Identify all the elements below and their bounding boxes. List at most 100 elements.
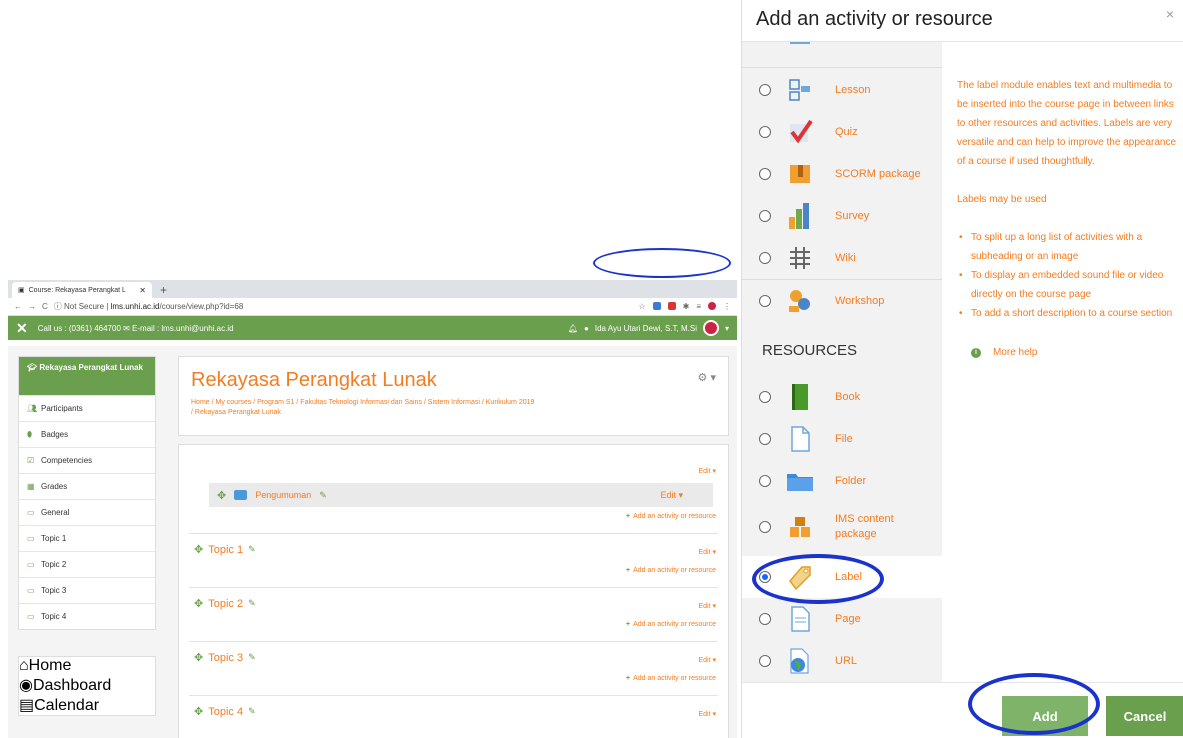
module-radio[interactable] [759, 84, 771, 96]
help-list-item: To add a short description to a course s… [957, 304, 1179, 323]
section-topic-2[interactable]: ✥ Topic 2 ✎ [194, 597, 256, 611]
sidebar-item-competencies[interactable]: ☑ Competencies [19, 447, 155, 473]
module-radio[interactable] [759, 433, 771, 445]
star-icon[interactable]: ☆ [638, 302, 645, 311]
section-topic-4[interactable]: ✥ Topic 4 ✎ [194, 705, 256, 719]
module-radio[interactable] [759, 252, 771, 264]
section-title[interactable]: Topic 4 [208, 706, 243, 718]
close-icon[interactable]: × [1166, 6, 1174, 22]
avatar[interactable] [702, 320, 719, 336]
sidebar-item-label: Topic 1 [41, 534, 67, 543]
browser-tab[interactable]: ▣ Course: Rekayasa Perangkat L ✕ [12, 282, 152, 298]
sidebar-item-participants[interactable]: 👥︎ Participants [19, 395, 155, 421]
section-title[interactable]: Topic 2 [208, 598, 243, 610]
activity-name[interactable]: Pengumuman [255, 490, 311, 500]
add-activity-link[interactable]: + Add an activity or resource [626, 675, 716, 682]
edit-menu[interactable]: Edit ▾ [698, 467, 716, 475]
sidebar-item-course[interactable]: 🎓︎ Rekayasa Perangkat Lunak [19, 357, 155, 395]
module-option-file[interactable]: File [742, 418, 942, 460]
section-topic-3[interactable]: ✥ Topic 3 ✎ [194, 651, 256, 665]
module-option-wiki[interactable]: Wiki [742, 237, 942, 279]
chevron-down-icon[interactable]: ▾ [725, 324, 729, 333]
extensions-area: ☆ ✱ ≡ ⋮ [638, 302, 731, 311]
section-topic-1[interactable]: ✥ Topic 1 ✎ [194, 543, 256, 557]
add-activity-link[interactable]: + Add an activity or resource [626, 567, 716, 574]
sidebar-item-calendar[interactable]: ▤Calendar [19, 695, 155, 715]
plus-icon: + [626, 675, 631, 682]
move-icon[interactable]: ✥ [194, 597, 203, 610]
module-radio[interactable] [759, 295, 771, 307]
more-help-link[interactable]: i More help [957, 343, 1179, 362]
tab-close-icon[interactable]: ✕ [139, 286, 146, 295]
extension-icon[interactable] [667, 302, 676, 310]
module-radio[interactable] [759, 168, 771, 180]
edit-menu[interactable]: Edit ▾ [698, 656, 716, 664]
module-label: SCORM package [835, 168, 921, 180]
forward-icon[interactable]: → [28, 302, 36, 311]
module-radio[interactable] [759, 521, 771, 533]
chat-icon[interactable]: ● [584, 324, 589, 333]
pencil-icon[interactable]: ✎ [248, 598, 256, 609]
move-icon[interactable]: ✥ [194, 705, 203, 718]
section-title[interactable]: Topic 1 [208, 544, 243, 556]
sidebar-item-grades[interactable]: ▦ Grades [19, 473, 155, 499]
module-radio[interactable] [759, 475, 771, 487]
sidebar-item-home[interactable]: ⌂Home [19, 657, 155, 675]
bell-icon[interactable]: 🔔︎ [568, 324, 578, 333]
menu-icon[interactable]: ⋮ [723, 302, 731, 311]
help-subheading: Labels may be used [957, 194, 1047, 205]
module-radio[interactable] [759, 391, 771, 403]
edit-menu[interactable]: Edit ▾ [698, 548, 716, 556]
edit-menu[interactable]: Edit ▾ [660, 490, 683, 501]
breadcrumb-current[interactable]: / Rekayasa Perangkat Lunak [191, 408, 716, 418]
module-radio[interactable] [759, 613, 771, 625]
pencil-icon[interactable]: ✎ [319, 490, 327, 501]
pencil-icon[interactable]: ✎ [248, 706, 256, 717]
edit-menu[interactable]: Edit ▾ [698, 710, 716, 718]
sidebar-item-dashboard[interactable]: ◉Dashboard [19, 675, 155, 695]
module-radio[interactable] [759, 655, 771, 667]
sidebar-item-topic-1[interactable]: ▭ Topic 1 [19, 525, 155, 551]
breadcrumb-path[interactable]: Home / My courses / Program S1 / Fakulta… [191, 398, 716, 408]
pencil-icon[interactable]: ✎ [248, 544, 256, 555]
sidebar-item-topic-4[interactable]: ▭ Topic 4 [19, 603, 155, 629]
section-title[interactable]: Topic 3 [208, 652, 243, 664]
puzzle-icon[interactable]: ✱ [683, 302, 690, 311]
module-option-folder[interactable]: Folder [742, 460, 942, 502]
edit-menu[interactable]: Edit ▾ [698, 602, 716, 610]
module-radio[interactable] [759, 210, 771, 222]
user-name[interactable]: Ida Ayu Utari Dewi, S.T, M.Si [595, 324, 697, 333]
module-option-scorm[interactable]: SCORM package [742, 153, 942, 195]
sidebar-item-topic-2[interactable]: ▭ Topic 2 [19, 551, 155, 577]
sidebar-item-general[interactable]: ▭ General [19, 499, 155, 525]
back-icon[interactable]: ← [14, 302, 22, 311]
module-option-survey[interactable]: Survey [742, 195, 942, 237]
module-option-workshop[interactable]: Workshop [742, 280, 942, 322]
move-icon[interactable]: ✥ [194, 543, 203, 556]
module-option-ims[interactable]: IMS content package [742, 502, 942, 552]
url-field[interactable]: ⓘ Not Secure | lms.unhi.ac.id/course/vie… [54, 301, 633, 312]
move-icon[interactable]: ✥ [217, 489, 226, 502]
sidebar-item-badges[interactable]: ⬮ Badges [19, 421, 155, 447]
module-option-page[interactable]: Page [742, 598, 942, 640]
reload-icon[interactable]: C [42, 302, 48, 311]
gear-icon[interactable]: ⚙ ▾ [698, 371, 716, 384]
extension-icon[interactable] [652, 302, 661, 310]
module-option-book[interactable]: Book [742, 376, 942, 418]
cancel-button[interactable]: Cancel [1106, 696, 1183, 736]
add-activity-link[interactable]: + Add an activity or resource [626, 513, 716, 520]
add-activity-link[interactable]: + Add an activity or resource [626, 621, 716, 628]
pencil-icon[interactable]: ✎ [248, 652, 256, 663]
module-radio[interactable] [759, 126, 771, 138]
module-option-quiz[interactable]: Quiz [742, 111, 942, 153]
sidebar-item-topic-3[interactable]: ▭ Topic 3 [19, 577, 155, 603]
module-option-url[interactable]: URL [742, 640, 942, 682]
move-icon[interactable]: ✥ [194, 651, 203, 664]
page-icon [785, 604, 815, 634]
module-option-lesson[interactable]: Lesson [742, 69, 942, 111]
forum-activity[interactable]: ✥ Pengumuman ✎ Edit ▾ [209, 483, 713, 507]
queue-icon[interactable]: ≡ [696, 302, 701, 311]
new-tab-icon[interactable]: + [160, 282, 167, 298]
close-drawer-icon[interactable]: ✕ [16, 320, 28, 337]
profile-icon[interactable] [708, 302, 716, 310]
